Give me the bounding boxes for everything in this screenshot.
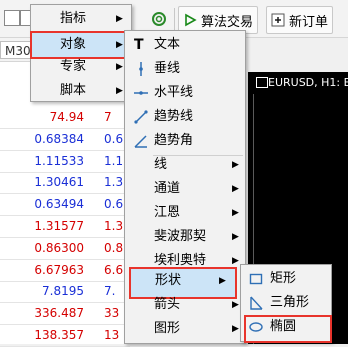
menu-item-horizontal-line[interactable]: 水平线 <box>126 81 244 105</box>
horizontal-line-icon <box>134 91 148 95</box>
price-cell: 6.6 <box>104 262 124 277</box>
chevron-right-icon: ▶ <box>116 40 123 50</box>
table-row[interactable]: 336.487 33 <box>0 302 130 326</box>
price-cell: 0.8 <box>104 240 124 255</box>
new-order-button[interactable]: 新订单 <box>266 6 334 34</box>
menu-item-trendline[interactable]: 趋势线 <box>126 105 244 129</box>
table-row[interactable]: 1.31577 1.3 <box>0 215 130 238</box>
menu-item-trend-angle[interactable]: 趋势角 <box>126 129 244 153</box>
table-row[interactable]: 0.86300 0.8 <box>0 237 130 260</box>
table-row[interactable]: 1.11533 1.1 <box>0 150 130 173</box>
chart-window-icon <box>256 77 268 88</box>
menu-item-ellipse[interactable]: 椭圆 <box>244 315 332 343</box>
chevron-right-icon: ▶ <box>232 184 239 194</box>
price-cell: 7. <box>104 284 116 299</box>
menu-item-text[interactable]: T 文本 <box>126 33 244 57</box>
trend-angle-icon <box>134 135 147 148</box>
table-row[interactable]: 7.8195 7. <box>0 280 130 304</box>
chevron-right-icon: ▶ <box>219 276 226 286</box>
price-cell: 336.487 <box>34 306 84 321</box>
menu-item-fibonacci[interactable]: 斐波那契 ▶ <box>126 225 244 249</box>
price-cell: 1.30461 <box>34 175 84 190</box>
table-row[interactable]: 1.30461 1.3 <box>0 171 130 195</box>
menu-item-rectangle[interactable]: 矩形 <box>242 267 330 291</box>
triangle-icon <box>250 296 263 310</box>
chevron-right-icon: ▶ <box>232 300 239 310</box>
algo-trading-label: 算法交易 <box>201 14 254 30</box>
menu-item-channels[interactable]: 通道 ▶ <box>126 177 244 201</box>
price-cell: 6.67963 <box>34 262 84 277</box>
vertical-line-icon <box>139 62 143 76</box>
price-cell: 1.11533 <box>34 153 84 168</box>
price-cell: 1.31577 <box>34 219 84 233</box>
table-row[interactable]: 6.67963 6.6 <box>0 259 130 282</box>
chevron-right-icon: ▶ <box>232 232 239 242</box>
menu-item-experts[interactable]: 专家 ▶ <box>32 55 130 79</box>
price-cell: 13 <box>104 328 120 342</box>
trendline-icon <box>134 110 148 124</box>
chevron-right-icon: ▶ <box>232 160 239 170</box>
table-row[interactable]: 74.94 7 <box>0 106 130 129</box>
chevron-right-icon: ▶ <box>116 62 123 72</box>
objects-submenu: T 文本 垂线 水平线 趋势线 趋势角 线 ▶ 通道 ▶ 江恩 ▶ 斐波那契 ▶… <box>124 30 246 344</box>
price-cell: 0.86300 <box>34 240 84 255</box>
price-cell: 0.6 <box>104 197 124 212</box>
rectangle-icon <box>249 273 263 285</box>
price-cell: 33 <box>104 306 120 321</box>
gear-icon[interactable] <box>150 10 168 28</box>
menu-item-vertical-line[interactable]: 垂线 <box>126 57 244 81</box>
price-cell: 7.8195 <box>42 284 84 299</box>
menu-item-lines[interactable]: 线 ▶ <box>126 153 244 177</box>
price-cell: 0.63494 <box>34 197 84 212</box>
price-cell: 1.1 <box>104 153 124 168</box>
text-icon: T <box>134 37 144 53</box>
price-cell: 138.357 <box>34 328 84 342</box>
menu-item-graphics[interactable]: 图形 ▶ <box>126 317 244 341</box>
toolbar-separator <box>174 8 175 30</box>
play-icon <box>185 13 197 27</box>
shapes-submenu: 矩形 三角形 椭圆 <box>240 264 332 343</box>
chevron-right-icon: ▶ <box>232 208 239 218</box>
ellipse-icon <box>249 322 263 332</box>
plus-icon <box>271 13 285 27</box>
price-cell: 7 <box>104 110 112 124</box>
price-cell: 0.68384 <box>34 131 84 146</box>
menu-item-indicators[interactable]: 指标 ▶ <box>32 7 130 31</box>
menu-item-gann[interactable]: 江恩 ▶ <box>126 201 244 225</box>
menu-item-triangle[interactable]: 三角形 <box>242 291 330 315</box>
chevron-right-icon: ▶ <box>116 14 123 24</box>
price-cell: 1.3 <box>104 175 124 190</box>
new-order-label: 新订单 <box>289 14 329 30</box>
toolbar-icon-left[interactable] <box>4 10 20 26</box>
menu-item-arrows[interactable]: 箭头 ▶ <box>126 293 244 317</box>
chevron-right-icon: ▶ <box>232 324 239 334</box>
insert-menu: 指标 ▶ 对象 ▶ 专家 ▶ 脚本 ▶ <box>30 4 134 103</box>
table-row[interactable]: 0.68384 0.6 <box>0 128 130 151</box>
price-cell: 1.3 <box>104 219 124 233</box>
table-row[interactable]: 0.63494 0.6 <box>0 193 130 217</box>
menu-item-scripts[interactable]: 脚本 ▶ <box>32 79 130 103</box>
price-cell: 74.94 <box>49 110 84 124</box>
chevron-right-icon: ▶ <box>116 86 123 96</box>
price-cell: 0.6 <box>104 131 124 146</box>
